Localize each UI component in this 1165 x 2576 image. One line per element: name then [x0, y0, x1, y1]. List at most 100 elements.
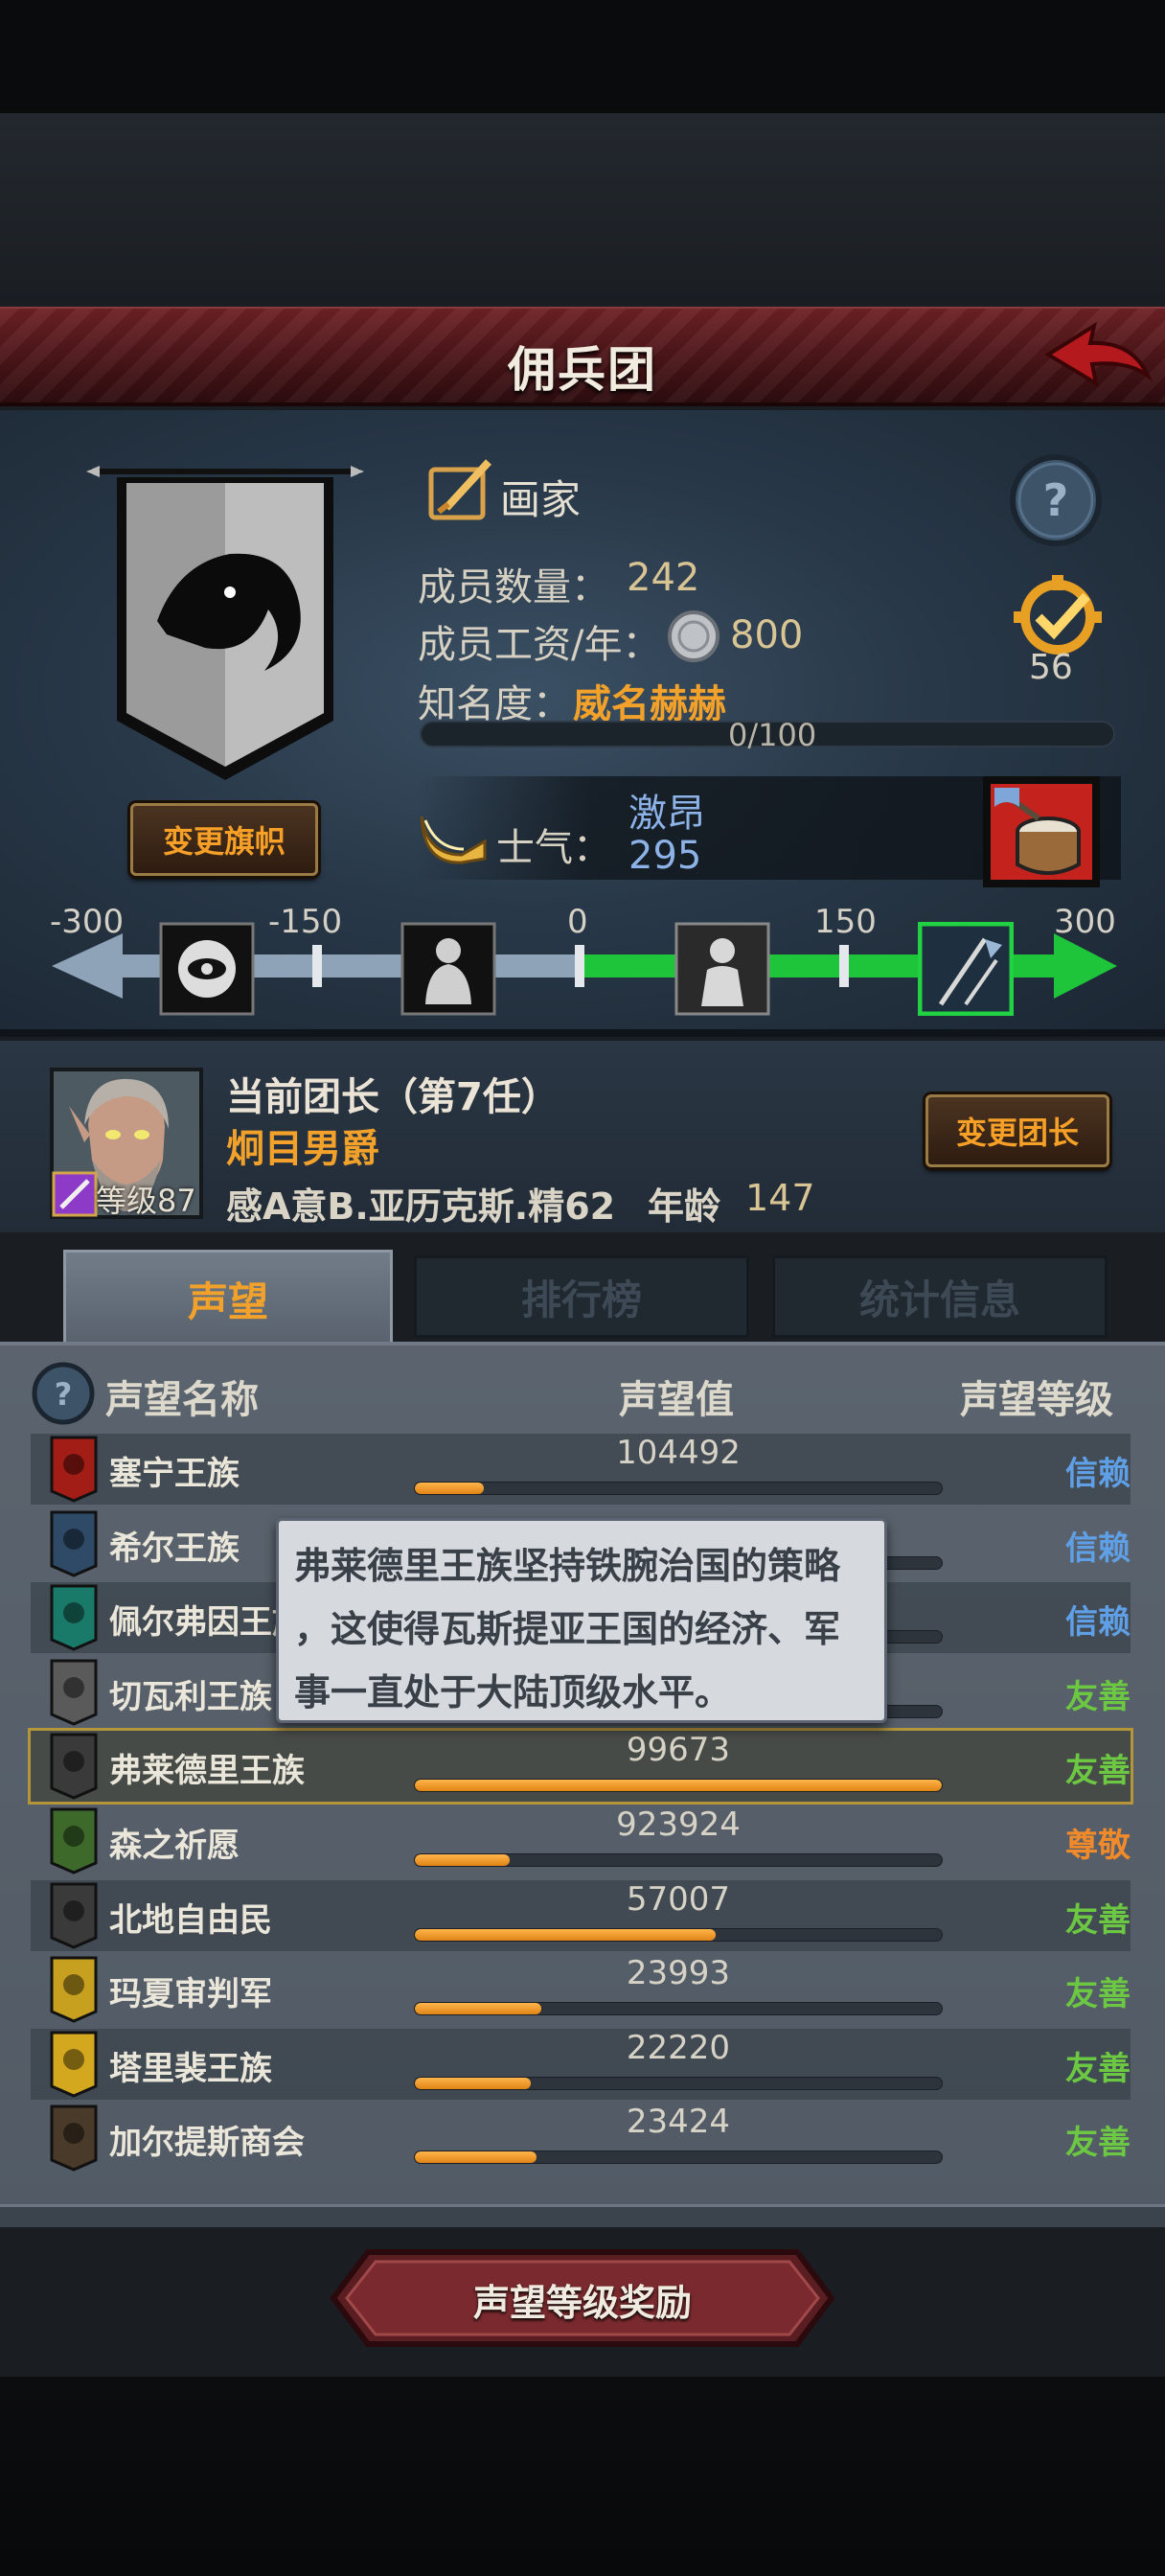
members-label: 成员数量：: [418, 565, 609, 610]
page-title: 佣兵团: [508, 342, 657, 398]
reputation-bar-fill: [415, 1483, 484, 1494]
reputation-row[interactable]: 森之祈愿 923924 尊敬: [31, 1806, 1131, 1876]
panic-eye-icon: [159, 922, 255, 1016]
reward-button-label: 声望等级奖励: [472, 2282, 692, 2324]
morale-label: 士气：: [496, 826, 611, 870]
company-banner-flag: [86, 466, 364, 780]
reputation-value: 22220: [626, 2028, 731, 2067]
reputation-bar-fill: [415, 2151, 537, 2164]
help-icon[interactable]: ?: [1008, 452, 1104, 548]
tab-reputation[interactable]: 声望: [63, 1250, 393, 1346]
reputation-level: 友善: [1065, 1677, 1131, 1716]
reputation-bar: [414, 1927, 943, 1942]
leader-name: 炯目男爵: [226, 1127, 379, 1171]
painter-class-icon: [428, 459, 491, 520]
change-leader-button[interactable]: 变更团长: [925, 1094, 1109, 1167]
reputation-row[interactable]: 塞宁王族 104492 信赖: [31, 1434, 1131, 1505]
wage-value: 800: [730, 613, 804, 657]
reputation-bar: [414, 2076, 943, 2090]
reputation-level: 友善: [1065, 1975, 1131, 2014]
title-bar: 佣兵团: [0, 307, 1165, 406]
faction-emblem-icon: [50, 2031, 98, 2098]
help-icon[interactable]: ?: [31, 1361, 96, 1426]
company-class-name: 画家: [500, 476, 582, 523]
despair-figure-icon: [400, 922, 496, 1016]
faction-name: 切瓦利王族: [109, 1677, 272, 1716]
faction-name: 玛夏审判军: [109, 1975, 272, 2014]
faction-emblem-icon: [50, 1436, 98, 1503]
leader-title: 当前团长（第7任）: [226, 1075, 560, 1119]
faction-emblem-icon: [50, 1807, 98, 1874]
reputation-row[interactable]: 北地自由民 57007 友善: [31, 1879, 1131, 1951]
reputation-level: 友善: [1065, 2124, 1131, 2163]
column-header-level: 声望等级: [960, 1378, 1113, 1422]
war-drum-icon[interactable]: [981, 774, 1102, 889]
rank-value: 56: [1029, 648, 1073, 687]
change-flag-button[interactable]: 变更旗帜: [130, 803, 318, 876]
members-value: 242: [627, 556, 700, 600]
reputation-level: 尊敬: [1065, 1827, 1131, 1865]
reputation-row[interactable]: 加尔提斯商会 23424 友善: [31, 2103, 1131, 2174]
faction-name: 北地自由民: [109, 1900, 272, 1940]
tooltip-line: 弗莱德里王族坚持铁腕治国的策略: [294, 1545, 841, 1587]
reputation-bar-fill: [415, 2003, 541, 2015]
reputation-row[interactable]: 弗莱德里王族 99673 友善: [28, 1728, 1133, 1806]
faction-emblem-icon: [50, 1956, 98, 2023]
reputation-bar: [414, 1482, 943, 1495]
faction-name: 塔里裴王族: [109, 2049, 272, 2088]
faction-emblem-icon: [50, 1659, 98, 1726]
faction-name: 加尔提斯商会: [109, 2124, 305, 2163]
reputation-bar-fill: [415, 1854, 510, 1866]
svg-text:?: ?: [55, 1376, 73, 1413]
faction-name: 希尔王族: [109, 1529, 240, 1568]
game-screen: 佣兵团 变更旗帜 画家 成员数量： 242 成员工资/年： 800 知名度： 威…: [0, 0, 1165, 2576]
reputation-row[interactable]: 塔里裴王族 22220 友善: [31, 2028, 1131, 2100]
reputation-level: 信赖: [1065, 1603, 1131, 1643]
horn-icon: [420, 816, 487, 864]
reputation-value: 57007: [626, 1879, 731, 1919]
reputation-bar-fill: [415, 1780, 942, 1792]
reputation-bar: [414, 1853, 943, 1867]
reputation-value: 23993: [626, 1954, 731, 1993]
tooltip-line: ，这使得瓦斯提亚王国的经济、军: [294, 1608, 841, 1650]
leader-age: 147: [745, 1177, 815, 1219]
tab-ranking[interactable]: 排行榜: [414, 1255, 749, 1338]
scale-tick-label: 300: [1054, 903, 1116, 941]
reputation-row[interactable]: 玛夏审判军 23993 友善: [31, 1954, 1131, 2025]
faction-name: 塞宁王族: [109, 1455, 240, 1493]
back-arrow-icon[interactable]: [1040, 316, 1155, 401]
column-header-name: 声望名称: [105, 1378, 259, 1422]
reputation-bar: [414, 2150, 943, 2165]
inspired-banner-icon: [918, 922, 1014, 1016]
faction-emblem-icon: [50, 1733, 98, 1801]
reputation-bar: [414, 1779, 943, 1793]
reputation-level: 友善: [1065, 1752, 1131, 1791]
fame-progress-text: 0/100: [728, 717, 817, 753]
scale-tick-label: -150: [268, 903, 343, 941]
column-header-value: 声望值: [619, 1378, 734, 1422]
faction-emblem-icon: [50, 1510, 98, 1577]
wage-label: 成员工资/年：: [418, 623, 661, 667]
reputation-level: 信赖: [1065, 1455, 1131, 1493]
silver-coin-icon: [668, 610, 720, 662]
reputation-level: 友善: [1065, 2049, 1131, 2088]
faction-emblem-icon: [50, 1882, 98, 1949]
reputation-level: 友善: [1065, 1900, 1131, 1940]
reputation-level: 信赖: [1065, 1529, 1131, 1568]
scale-tick-label: 0: [567, 903, 588, 941]
faction-emblem-icon: [50, 1584, 98, 1651]
reputation-value: 923924: [616, 1806, 741, 1844]
scale-tick-label: 150: [814, 903, 877, 941]
tab-statistics[interactable]: 统计信息: [772, 1255, 1108, 1338]
leader-level: 等级87: [96, 1183, 196, 1219]
calm-figure-icon: [674, 922, 770, 1016]
scale-tick-label: -300: [50, 903, 125, 941]
list-bottom-edge: [0, 2204, 1165, 2227]
leader-age-label: 年龄: [648, 1185, 721, 1228]
faction-tooltip: 弗莱德里王族坚持铁腕治国的策略 ，这使得瓦斯提亚王国的经济、军 事一直处于大陆顶…: [276, 1518, 887, 1723]
reputation-bar: [414, 2002, 943, 2016]
faction-name: 森之祈愿: [109, 1827, 240, 1865]
reputation-value: 104492: [616, 1434, 741, 1472]
morale-value: 295: [628, 834, 702, 878]
faction-emblem-icon: [50, 2104, 98, 2173]
